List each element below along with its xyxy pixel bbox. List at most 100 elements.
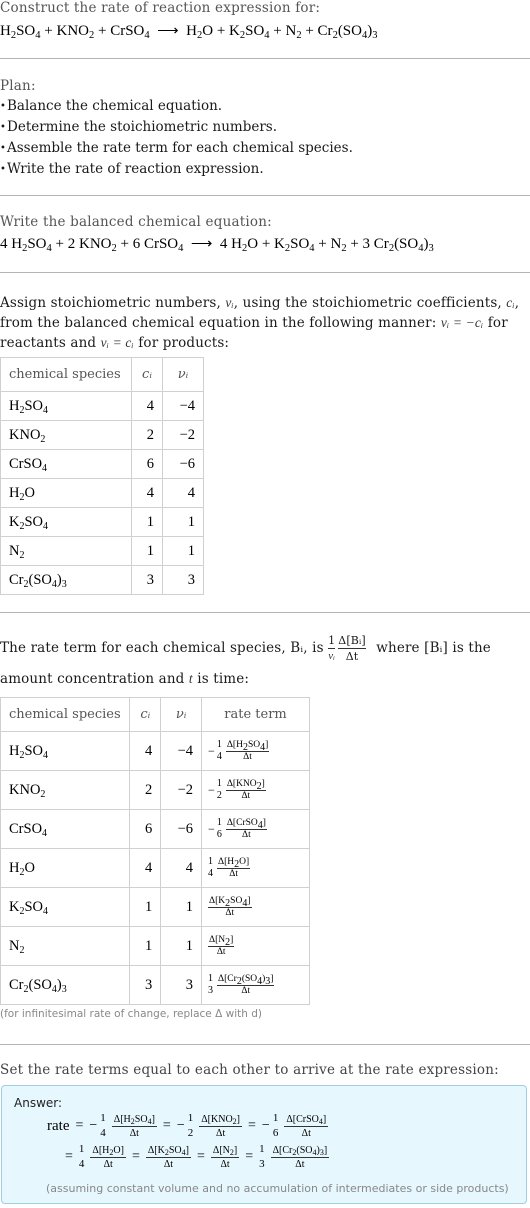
- table-row: CrSO4 6 −6−1 6 Δ[CrSO4] Δt: [0, 809, 310, 849]
- coefficient-cell: 2: [129, 770, 162, 810]
- table-row: Cr2(SO4)3 3 3 1 3 Δ[Cr2(SO4)3] Δt: [0, 965, 310, 1005]
- divider: [0, 612, 530, 613]
- b-symbol: Bᵢ: [290, 640, 304, 656]
- species-cell: H2SO4: [0, 731, 131, 771]
- header-c: cᵢ: [129, 697, 162, 732]
- delta-fraction: Δ[N2] Δt: [208, 934, 235, 957]
- coefficient-cell: 3: [131, 565, 163, 595]
- plan-item: •Write the rate of reaction expression.: [0, 159, 353, 180]
- table-row: KNO2 2 −2: [0, 420, 204, 450]
- delta-fraction: Δ[KNO2] Δt: [199, 1113, 243, 1139]
- stoich-number-cell: −4: [160, 731, 203, 771]
- bullet-icon: •: [0, 122, 6, 133]
- stoich-number-cell: 1: [162, 536, 204, 566]
- table-header-row: chemical species cᵢ νᵢ rate term: [0, 697, 310, 732]
- table-row: N2 1 1: [0, 536, 204, 566]
- rate-term-table: chemical species cᵢ νᵢ rate term H2SO4 4−…: [0, 697, 310, 1005]
- coefficient-cell: 4: [129, 848, 162, 888]
- rate-term-cell: 1 4 Δ[H2O] Δt: [201, 848, 310, 888]
- answer-box: Answer: rate = −1 4 Δ[H2SO4] Δt = −1 2 Δ[KNO2] Δt =…: [1, 1085, 527, 1204]
- coefficient-cell: 1: [131, 536, 163, 566]
- equals-sign: =: [245, 1149, 254, 1164]
- coefficient: 13: [259, 1143, 265, 1170]
- text: , is: [303, 640, 329, 656]
- stoich-number-cell: −6: [162, 449, 204, 479]
- table-header-row: chemical species cᵢ νᵢ: [0, 357, 204, 392]
- coefficient: 16: [216, 817, 222, 840]
- plan-item: •Determine the stoichiometric numbers.: [0, 117, 353, 138]
- equals-sign: =: [248, 1118, 256, 1133]
- stoich-number-cell: −4: [162, 391, 204, 421]
- species-cell: K2SO4: [0, 507, 132, 537]
- stoich-number-cell: 1: [160, 926, 203, 966]
- rate-term-cell: −1 6 Δ[CrSO4] Δt: [201, 809, 310, 849]
- balanced-equation: 4 H2SO4 + 2 KNO2 + 6 CrSO4 ⟶ 4 H2O + K2S…: [0, 236, 434, 254]
- plan-list: •Balance the chemical equation. •Determi…: [0, 96, 353, 180]
- table-row: KNO2 2 −2−1 2 Δ[KNO2] Δt: [0, 770, 310, 810]
- rate-term-cell: −1 4 Δ[H2SO4] Δt: [201, 731, 310, 771]
- rule-reactants: νᵢ = −cᵢ: [440, 315, 484, 330]
- plan-item: •Assemble the rate term for each chemica…: [0, 138, 353, 159]
- table-row: H2O 4 4: [0, 478, 204, 508]
- num: 1: [328, 634, 336, 649]
- rate-word: rate: [47, 1117, 70, 1134]
- coefficient-cell: 6: [129, 809, 162, 849]
- header-nu: νᵢ: [160, 697, 203, 732]
- text: where: [371, 640, 425, 656]
- num: Δ[Bᵢ]: [338, 634, 366, 649]
- delta-fraction: Δ[Cr2(SO4)3] Δt: [270, 1144, 330, 1170]
- stoich-number-cell: 1: [160, 887, 203, 927]
- text: Assign stoichiometric numbers,: [0, 295, 226, 311]
- plan-item-text: Assemble the rate term for each chemical…: [7, 140, 353, 156]
- intro-label: Construct the rate of reaction expressio…: [0, 0, 321, 16]
- delta-fraction: Δ[H2SO4] Δt: [225, 739, 270, 762]
- formula-coefficient: 1 νᵢ: [328, 633, 336, 664]
- coefficient: 14: [216, 739, 222, 762]
- table-row: H2SO4 4 −4−1 4 Δ[H2SO4] Δt: [0, 731, 310, 771]
- equals-sign: =: [65, 1149, 73, 1164]
- delta-fraction: Δ[H2O] Δt: [217, 856, 251, 879]
- rate-term-cell: −1 2 Δ[KNO2] Δt: [201, 770, 310, 810]
- plan-item-text: Write the rate of reaction expression.: [7, 161, 264, 177]
- table-row: H2O 4 4 1 4 Δ[H2O] Δt: [0, 848, 310, 888]
- plan-item: •Balance the chemical equation.: [0, 96, 353, 117]
- bullet-icon: •: [0, 164, 6, 175]
- answer-intro: Set the rate terms equal to each other t…: [0, 1062, 499, 1078]
- table-row: H2SO4 4 −4: [0, 391, 204, 421]
- stoich-number-cell: −6: [160, 809, 203, 849]
- coefficient: 14: [100, 1112, 106, 1139]
- stoich-number-cell: 4: [160, 848, 203, 888]
- species-cell: K2SO4: [0, 887, 131, 927]
- delta-fraction: Δ[CrSO4] Δt: [225, 817, 267, 840]
- coefficient: 14: [208, 856, 214, 879]
- equals-sign: =: [75, 1118, 84, 1133]
- divider: [0, 1044, 530, 1045]
- plan-label: Plan:: [0, 78, 36, 94]
- table-row: K2SO4 1 1 Δ[K2SO4] Δt: [0, 887, 310, 927]
- assumption-note: (assuming constant volume and no accumul…: [46, 1182, 509, 1195]
- species-cell: KNO2: [0, 420, 132, 450]
- divider: [0, 272, 530, 273]
- rate-term-cell: Δ[N2] Δt: [201, 926, 310, 966]
- sign: −: [208, 821, 215, 836]
- header-c: cᵢ: [131, 357, 163, 392]
- species-cell: CrSO4: [0, 449, 132, 479]
- plan-item-text: Determine the stoichiometric numbers.: [7, 119, 278, 135]
- coefficient-cell: 1: [129, 926, 162, 966]
- bullet-icon: •: [0, 101, 6, 112]
- rate-term-paragraph: The rate term for each chemical species,…: [0, 633, 528, 694]
- header-species: chemical species: [0, 697, 131, 732]
- delta-fraction: Δ[H2O] Δt: [90, 1144, 126, 1170]
- equals-sign: =: [196, 1149, 205, 1164]
- answer-label: Answer:: [14, 1096, 63, 1110]
- coefficient-cell: 4: [131, 478, 163, 508]
- coefficient: 13: [208, 973, 214, 996]
- coefficient-cell: 6: [131, 449, 163, 479]
- rate-expression-line-2: = 1 4 Δ[H2O] Δt = Δ[K2SO4] Δt = Δ[N2] Δt = 1 3 Δ[Cr2(S…: [59, 1142, 330, 1172]
- delta-fraction: Δ[N2] Δt: [210, 1144, 240, 1170]
- infinitesimal-note: (for infinitesimal rate of change, repla…: [0, 1008, 262, 1020]
- rate-term-cell: 1 3 Δ[Cr2(SO4)3] Δt: [201, 965, 310, 1005]
- divider: [0, 195, 530, 196]
- sign: −: [208, 782, 215, 797]
- rate-expression-line-1: rate = −1 4 Δ[H2SO4] Δt = −1 2 Δ[KNO2] Δt = −1 6 Δ[CrS…: [47, 1112, 329, 1139]
